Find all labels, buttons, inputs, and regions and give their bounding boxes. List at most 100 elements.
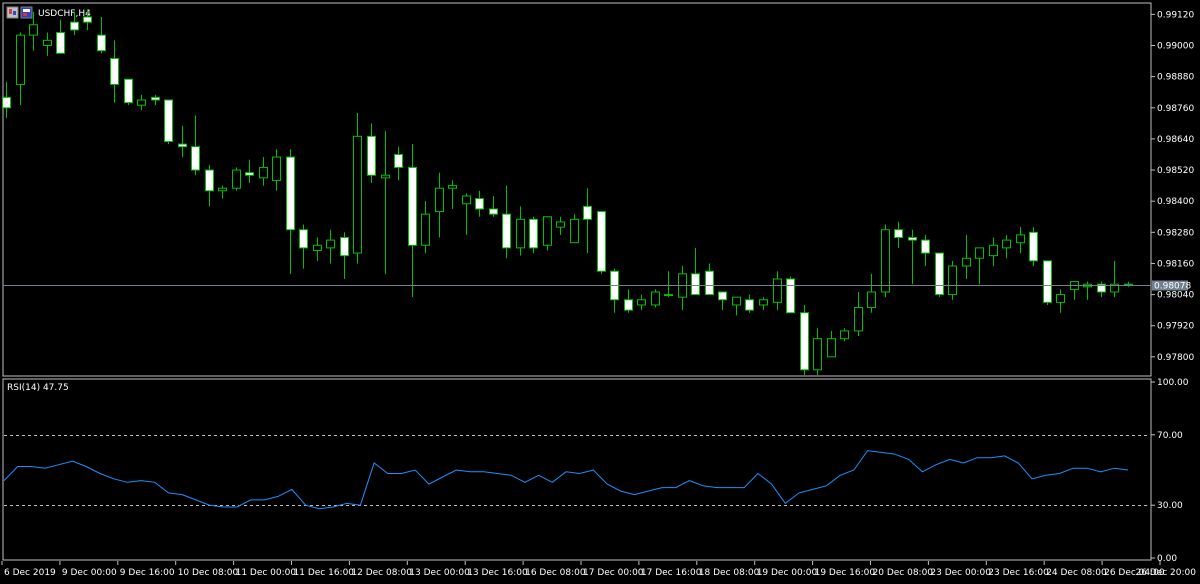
candle-body-bear bbox=[475, 198, 484, 210]
time-tick-label: 23 Dec 16:00 bbox=[988, 568, 1049, 578]
candle-body-bear bbox=[705, 270, 714, 296]
time-tick-label: 23 Dec 00:00 bbox=[930, 568, 991, 578]
candle-body-bear bbox=[164, 99, 173, 143]
candle-body-bear bbox=[97, 34, 106, 52]
candle bbox=[529, 216, 538, 254]
candle-body-bull bbox=[827, 338, 836, 358]
candle-body-bear bbox=[718, 291, 727, 301]
candle-body-bear bbox=[56, 32, 65, 54]
candle-body-bull bbox=[259, 166, 268, 179]
candle-body-bull bbox=[272, 156, 281, 181]
time-tick-label: 16 Dec 08:00 bbox=[525, 568, 586, 578]
candle-body-bear bbox=[394, 153, 403, 168]
candle-body-bear bbox=[502, 213, 511, 249]
candle bbox=[164, 99, 173, 145]
candle bbox=[786, 276, 795, 314]
candle-body-bull bbox=[854, 307, 863, 332]
candle-body-bear bbox=[2, 96, 11, 109]
candle-body-bear bbox=[786, 278, 795, 314]
price-tick-label: 0.99120 bbox=[1157, 10, 1194, 20]
candle-body-bull bbox=[867, 291, 876, 309]
candle bbox=[232, 167, 241, 191]
candle-body-bull bbox=[556, 221, 565, 228]
price-tick-label: 0.99000 bbox=[1157, 42, 1194, 52]
candle-body-bull bbox=[313, 244, 322, 251]
candle-body-bull bbox=[975, 247, 984, 259]
price-tick-label: 0.98280 bbox=[1157, 228, 1194, 238]
candle-body-bull bbox=[543, 216, 552, 246]
time-tick-label: 19 Dec 16:00 bbox=[815, 568, 876, 578]
candle bbox=[800, 304, 809, 375]
time-tick-label: 10 Dec 08:00 bbox=[178, 568, 239, 578]
candle-body-bull bbox=[137, 99, 146, 106]
trading-chart[interactable]: USDCHF,H4 0.991200.990000.988800.987600.… bbox=[0, 0, 1200, 584]
candle bbox=[881, 224, 890, 298]
candle-body-bear bbox=[110, 57, 119, 85]
price-tick-label: 0.97800 bbox=[1157, 353, 1194, 363]
time-tick-label: 13 Dec 00:00 bbox=[409, 568, 470, 578]
candle-body-bull bbox=[421, 213, 430, 246]
candle-body-bull bbox=[232, 169, 241, 189]
time-tick-label: 11 Dec 00:00 bbox=[236, 568, 297, 578]
candle-body-bear bbox=[624, 299, 633, 311]
candle-body-bear bbox=[529, 218, 538, 249]
candle-body-bull bbox=[326, 239, 335, 249]
bid-price-label: 0.98078 bbox=[1154, 282, 1191, 292]
time-tick-label: 6 Dec 2019 bbox=[4, 568, 56, 578]
chart-background bbox=[0, 0, 1200, 584]
candle bbox=[1043, 260, 1052, 305]
candle-body-bull bbox=[759, 299, 768, 306]
time-tick-label: 17 Dec 16:00 bbox=[641, 568, 702, 578]
candle-body-bear bbox=[894, 229, 903, 238]
candle-body-bull bbox=[989, 244, 998, 257]
time-tick-label: 11 Dec 16:00 bbox=[294, 568, 355, 578]
time-tick-label: 19 Dec 00:00 bbox=[757, 568, 818, 578]
candle-body-bear bbox=[489, 208, 498, 215]
candle-body-bull bbox=[218, 187, 227, 192]
time-tick-label: 9 Dec 00:00 bbox=[62, 568, 117, 578]
time-tick-label: 12 Dec 08:00 bbox=[351, 568, 412, 578]
candle-body-bull bbox=[435, 187, 444, 213]
price-tick-label: 0.98520 bbox=[1157, 166, 1194, 176]
rsi-title: RSI(14) 47.75 bbox=[7, 383, 69, 393]
candle-body-bull bbox=[448, 185, 457, 189]
candle-body-bear bbox=[205, 169, 214, 192]
candle-body-bear bbox=[583, 205, 592, 220]
candle-body-bear bbox=[191, 146, 200, 171]
candle bbox=[651, 289, 660, 308]
time-tick-label: 18 Dec 08:00 bbox=[699, 568, 760, 578]
candle-body-bear bbox=[908, 236, 917, 241]
candle-body-bull bbox=[651, 291, 660, 306]
time-tick-label: 9 Dec 16:00 bbox=[120, 568, 175, 578]
price-tick-label: 0.98040 bbox=[1157, 291, 1194, 301]
candle bbox=[543, 216, 552, 251]
chart-window-icon bbox=[6, 6, 19, 19]
candle-body-bear bbox=[921, 239, 930, 254]
candle-body-bear bbox=[178, 143, 187, 148]
candle-body-bear bbox=[597, 211, 606, 272]
candle-body-bear bbox=[124, 78, 133, 104]
candle-body-bull bbox=[637, 299, 646, 306]
candle-body-bear bbox=[83, 16, 92, 23]
candle-body-bull bbox=[732, 296, 741, 306]
price-tick-label: 0.98760 bbox=[1157, 104, 1194, 114]
candle-body-bull bbox=[948, 265, 957, 296]
candle-body-bear bbox=[367, 135, 376, 176]
candle-body-bull bbox=[462, 195, 471, 205]
candle-body-bear bbox=[70, 21, 79, 31]
candle-body-bear bbox=[1029, 231, 1038, 262]
candle-body-bull bbox=[773, 278, 782, 303]
candle-body-bull bbox=[381, 174, 390, 179]
time-tick-label: 17 Dec 00:00 bbox=[583, 568, 644, 578]
candle-body-bull bbox=[962, 257, 971, 267]
time-tick-label: 26 Dec 20:00 bbox=[1135, 568, 1196, 578]
candle-body-bear bbox=[800, 312, 809, 371]
rsi-tick-label: 100.00 bbox=[1157, 378, 1189, 388]
candle-body-bear bbox=[340, 236, 349, 257]
price-tick-label: 0.98880 bbox=[1157, 73, 1194, 83]
candle-body-bull bbox=[516, 218, 525, 249]
candle-body-bull bbox=[1002, 239, 1011, 249]
candle-body-bull bbox=[1016, 234, 1025, 244]
candle-body-bear bbox=[408, 166, 417, 246]
candle-body-bear bbox=[1043, 260, 1052, 303]
